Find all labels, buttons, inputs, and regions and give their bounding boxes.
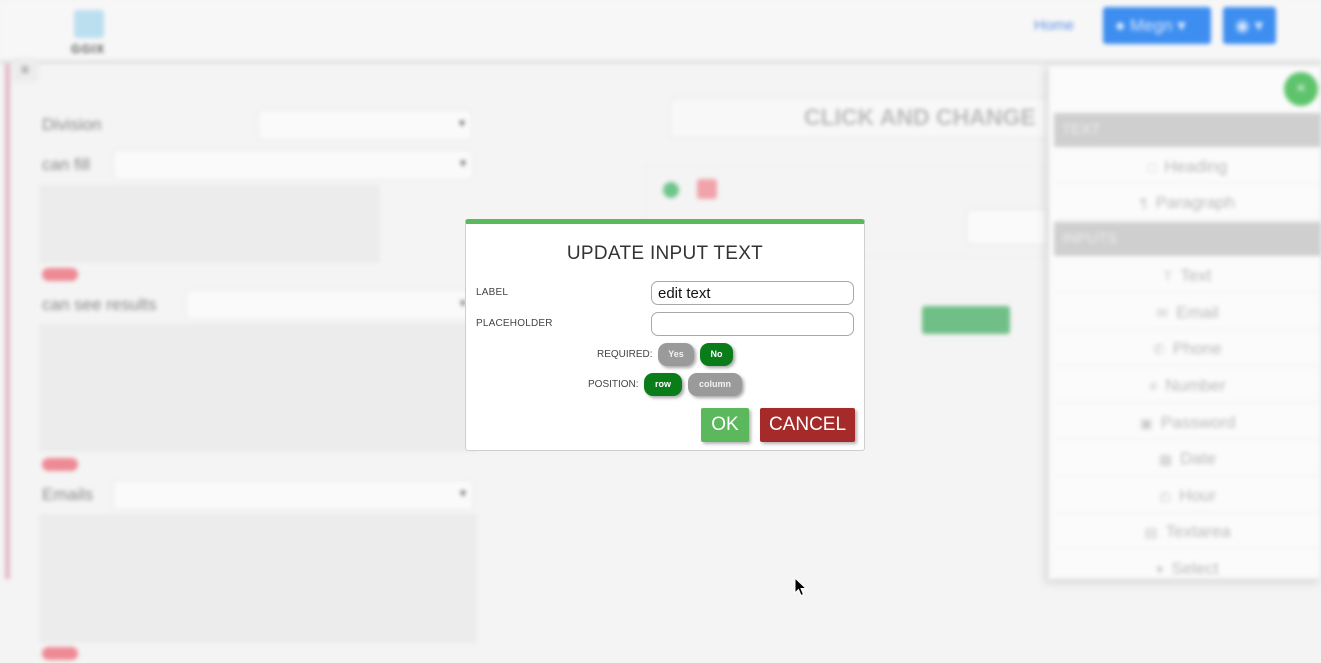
emails-select[interactable] bbox=[113, 480, 473, 510]
save-form-button[interactable] bbox=[922, 306, 1010, 334]
sidebar-item-label: Textarea bbox=[1165, 522, 1231, 541]
sidebar-item-label: Select bbox=[1171, 559, 1219, 578]
position-column-button[interactable]: column bbox=[688, 373, 742, 396]
mouse-cursor-icon bbox=[794, 577, 808, 597]
ok-button[interactable]: OK bbox=[701, 408, 749, 442]
globe-icon: ◉ bbox=[1235, 16, 1250, 35]
left-accent-strip bbox=[5, 64, 10, 579]
user-menu-button[interactable]: ● Megn ▾ bbox=[1103, 7, 1211, 44]
date-icon: ▦ bbox=[1158, 451, 1173, 467]
sidebar-item-hour[interactable]: ◴ Hour bbox=[1054, 478, 1321, 513]
sidebar-item-text[interactable]: T Text bbox=[1054, 258, 1321, 293]
position-label: POSITION: bbox=[588, 379, 639, 390]
select-icon: ▾ bbox=[1156, 561, 1164, 577]
cancel-button[interactable]: CANCEL bbox=[760, 408, 855, 442]
password-icon: ▣ bbox=[1139, 415, 1153, 431]
sidebar-section-text: TEXT bbox=[1054, 113, 1321, 147]
sidebar-item-label: Heading bbox=[1164, 157, 1228, 176]
can-fill-label: can fill bbox=[42, 155, 91, 174]
phone-icon: ✆ bbox=[1153, 341, 1165, 357]
can-see-results-label: can see results bbox=[42, 295, 157, 314]
language-menu-button[interactable]: ◉ ▾ bbox=[1223, 7, 1276, 44]
can-fill-box[interactable] bbox=[40, 186, 379, 262]
can-see-results-select[interactable] bbox=[186, 290, 473, 320]
can-see-results-box[interactable] bbox=[40, 325, 476, 451]
emails-box[interactable] bbox=[40, 515, 476, 642]
sidebar-item-paragraph[interactable]: ¶ Paragraph bbox=[1054, 185, 1321, 220]
sidebar-item-label: Email bbox=[1176, 303, 1219, 322]
close-sidebar-button[interactable]: × bbox=[1284, 72, 1318, 106]
sidebar-item-label: Date bbox=[1180, 449, 1217, 468]
number-icon: # bbox=[1149, 378, 1158, 394]
can-fill-badge[interactable] bbox=[42, 268, 78, 281]
sidebar-item-phone[interactable]: ✆ Phone bbox=[1054, 331, 1321, 366]
sidebar-item-number[interactable]: # Number bbox=[1054, 368, 1321, 403]
sidebar-section-inputs: INPUTS bbox=[1054, 222, 1321, 256]
label-field-label: LABEL bbox=[476, 287, 509, 298]
form-title-placeholder[interactable]: CLICK AND CHANGE bbox=[804, 104, 1036, 131]
trash-icon[interactable] bbox=[697, 179, 717, 199]
heading-icon: □ bbox=[1147, 159, 1157, 175]
sidebar-item-textarea[interactable]: ▤ Textarea bbox=[1054, 514, 1321, 549]
text-icon: T bbox=[1163, 268, 1173, 284]
sidebar-item-label: Text bbox=[1180, 266, 1212, 285]
label-input[interactable] bbox=[651, 281, 854, 305]
sidebar-item-select[interactable]: ▾ Select bbox=[1054, 551, 1321, 579]
emails-label: Emails bbox=[42, 485, 94, 504]
sidebar-item-email[interactable]: ✉ Email bbox=[1054, 295, 1321, 330]
can-fill-select[interactable] bbox=[113, 150, 473, 180]
logo-text: GGIX bbox=[71, 42, 106, 56]
email-icon: ✉ bbox=[1156, 305, 1169, 321]
sidebar-item-heading[interactable]: □ Heading bbox=[1054, 149, 1321, 184]
placeholder-field-label: PLACEHOLDER bbox=[476, 318, 553, 329]
sidebar-item-label: Password bbox=[1160, 413, 1236, 432]
logo-icon bbox=[74, 10, 104, 38]
division-select[interactable] bbox=[258, 110, 472, 140]
app-logo[interactable]: GGIX bbox=[68, 2, 110, 58]
paragraph-icon: ¶ bbox=[1140, 195, 1148, 211]
preview-input[interactable] bbox=[966, 209, 1048, 245]
textarea-icon: ▤ bbox=[1144, 524, 1158, 540]
sidebar-item-date[interactable]: ▦ Date bbox=[1054, 441, 1321, 476]
sidebar-item-label: Paragraph bbox=[1155, 193, 1235, 212]
language-menu-caret: ▾ bbox=[1254, 16, 1264, 35]
user-menu-label: Megn bbox=[1130, 16, 1173, 35]
chevron-down-icon: ▾ bbox=[1177, 16, 1186, 35]
user-icon: ● bbox=[1115, 16, 1126, 35]
required-no-button[interactable]: No bbox=[700, 343, 733, 366]
modal-title: UPDATE INPUT TEXT bbox=[566, 243, 764, 264]
required-yes-button[interactable]: Yes bbox=[658, 343, 694, 366]
update-input-modal: UPDATE INPUT TEXT LABEL PLACEHOLDER REQU… bbox=[465, 219, 865, 451]
sidebar-item-password[interactable]: ▣ Password bbox=[1054, 405, 1321, 440]
sidebar-item-label: Hour bbox=[1179, 486, 1217, 505]
division-label: Division bbox=[42, 115, 102, 134]
hamburger-icon[interactable]: ≡ bbox=[12, 58, 38, 82]
sidebar-item-label: Phone bbox=[1172, 339, 1222, 358]
hour-icon: ◴ bbox=[1158, 488, 1172, 504]
required-label: REQUIRED: bbox=[597, 349, 653, 360]
placeholder-input[interactable] bbox=[651, 312, 854, 336]
move-icon[interactable] bbox=[663, 182, 679, 198]
can-see-results-badge[interactable] bbox=[42, 458, 78, 471]
sidebar-item-label: Number bbox=[1165, 376, 1226, 395]
position-row-button[interactable]: row bbox=[644, 373, 682, 396]
home-link[interactable]: Home bbox=[1034, 17, 1074, 34]
emails-badge[interactable] bbox=[42, 647, 78, 660]
